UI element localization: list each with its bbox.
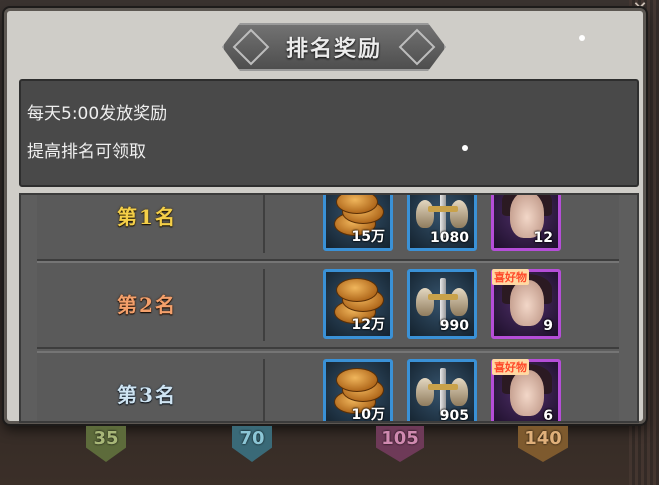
reward-qty: 15万 [351, 229, 385, 245]
rank-reward-modal: 排名奖励 每天5:00发放奖励 提高排名可领取 第1名 15万 1080 12 … [4, 8, 646, 424]
milestone-value: 105 [381, 428, 419, 449]
diamond-ornament-icon [232, 28, 270, 66]
reward-info-box: 每天5:00发放奖励 提高排名可领取 [19, 79, 639, 187]
reward-item-coins[interactable]: 10万 [323, 359, 393, 421]
reward-item-portrait[interactable]: 喜好物 6 [491, 359, 561, 421]
info-line-claim-hint: 提高排名可领取 [27, 142, 146, 162]
column-divider [263, 195, 265, 253]
favorite-gift-tag: 喜好物 [492, 269, 529, 285]
diamond-ornament-icon [398, 28, 436, 66]
wing-icon [450, 200, 468, 228]
info-line-distribution-time: 每天5:00发放奖励 [27, 104, 168, 124]
rank-row: 第2名 12万 990 喜好物 9 [37, 261, 619, 349]
rank-row: 第3名 10万 905 喜好物 6 [37, 351, 619, 421]
wing-icon [416, 288, 434, 316]
reward-qty: 990 [439, 318, 469, 334]
reward-qty: 12万 [351, 317, 385, 333]
reward-item-portrait[interactable]: 喜好物 9 [491, 269, 561, 339]
wing-icon [450, 288, 468, 316]
rank-label: 第2名 [117, 293, 177, 317]
hilt-icon [428, 384, 458, 390]
reward-item-sword-crest[interactable]: 990 [407, 269, 477, 339]
rank-label: 第3名 [117, 383, 177, 407]
modal-title: 排名奖励 [285, 37, 382, 62]
rank-label: 第1名 [117, 205, 177, 229]
modal-title-plate: 排名奖励 [222, 23, 446, 71]
column-divider [263, 359, 265, 421]
wing-icon [450, 378, 468, 406]
rank-reward-list[interactable]: 第1名 15万 1080 12 第2名 12万 990 喜好物 9 第3名 10… [19, 193, 639, 423]
reward-item-sword-crest[interactable]: 1080 [407, 195, 477, 251]
sparkle-dot [462, 145, 468, 151]
wing-icon [416, 200, 434, 228]
reward-item-coins[interactable]: 15万 [323, 195, 393, 251]
hilt-icon [428, 294, 458, 300]
sparkle-dot [579, 35, 585, 41]
portrait-face-icon [510, 370, 544, 416]
coin-icon [336, 368, 378, 392]
favorite-gift-tag: 喜好物 [492, 359, 529, 375]
reward-item-portrait[interactable]: 12 [491, 195, 561, 251]
reward-qty: 1080 [430, 230, 469, 246]
reward-item-sword-crest[interactable]: 905 [407, 359, 477, 421]
milestone-value: 35 [93, 428, 119, 449]
reward-qty: 9 [543, 318, 553, 334]
portrait-face-icon [510, 280, 544, 326]
reward-item-coins[interactable]: 12万 [323, 269, 393, 339]
rank-row: 第1名 15万 1080 12 [37, 195, 619, 261]
column-divider [263, 269, 265, 341]
coin-icon [336, 278, 378, 302]
milestone-value: 70 [239, 428, 265, 449]
hilt-icon [428, 206, 458, 212]
milestone-value: 140 [524, 428, 562, 449]
wing-icon [416, 378, 434, 406]
reward-qty: 12 [533, 230, 553, 246]
